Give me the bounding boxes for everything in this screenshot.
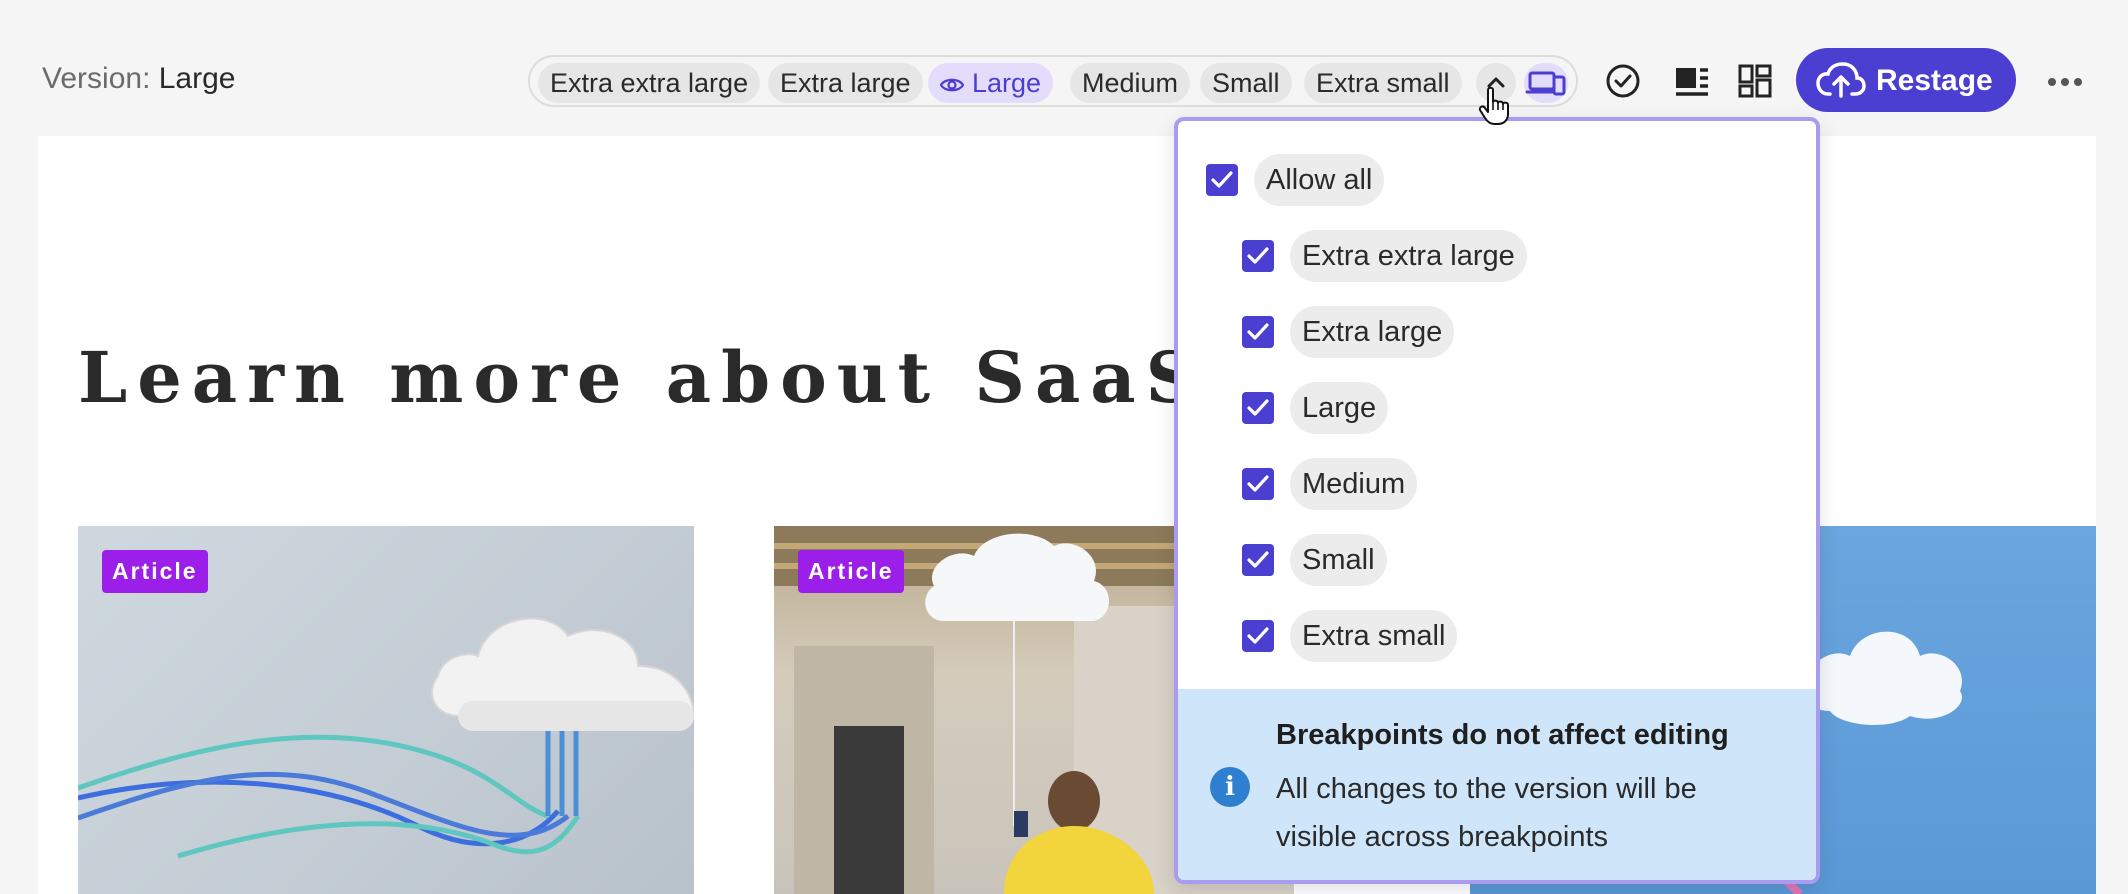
breakpoint-option-label: Extra small bbox=[1290, 610, 1458, 662]
article-card[interactable]: Article bbox=[78, 526, 694, 894]
breakpoint-checkbox[interactable] bbox=[1242, 468, 1274, 500]
info-icon: i bbox=[1210, 767, 1250, 807]
article-badge: Article bbox=[102, 550, 208, 593]
breakpoint-chip-xl[interactable]: Extra large bbox=[768, 63, 923, 103]
breakpoint-checkbox[interactable] bbox=[1242, 620, 1274, 652]
check-icon bbox=[1247, 247, 1269, 264]
check-icon bbox=[1211, 171, 1233, 188]
top-toolbar: Version: Large Extra extra large Extra l… bbox=[0, 0, 2128, 136]
breakpoint-option-label: Medium bbox=[1290, 458, 1418, 510]
chip-label: Small bbox=[1212, 68, 1280, 98]
breakpoint-chip-medium[interactable]: Medium bbox=[1070, 63, 1191, 103]
breakpoint-checkbox[interactable] bbox=[1242, 316, 1274, 348]
check-circle-icon[interactable] bbox=[1598, 56, 1648, 106]
eye-icon bbox=[940, 78, 964, 92]
version-value: Large bbox=[158, 62, 236, 95]
info-title: Breakpoints do not affect editing bbox=[1276, 719, 1729, 751]
check-icon bbox=[1247, 323, 1269, 340]
breakpoint-checkbox[interactable] bbox=[1242, 544, 1274, 576]
allow-all-checkbox[interactable] bbox=[1206, 164, 1238, 196]
breakpoint-chip-xxl[interactable]: Extra extra large bbox=[538, 63, 761, 103]
breakpoint-option-label: Large bbox=[1290, 382, 1389, 434]
article-badge: Article bbox=[798, 550, 904, 593]
image-text-icon[interactable] bbox=[1666, 56, 1716, 106]
breakpoint-chip-xs[interactable]: Extra small bbox=[1304, 63, 1462, 103]
restage-button[interactable]: Restage bbox=[1796, 48, 2016, 112]
chip-label: Extra extra large bbox=[550, 68, 749, 98]
breakpoint-checkbox[interactable] bbox=[1242, 240, 1274, 272]
info-body: All changes to the version will be visib… bbox=[1276, 773, 1697, 853]
breakpoint-chip-large[interactable]: Large bbox=[928, 63, 1054, 103]
breakpoint-option-label: Extra large bbox=[1290, 306, 1455, 358]
check-icon bbox=[1247, 475, 1269, 492]
breakpoint-checkbox[interactable] bbox=[1242, 392, 1274, 424]
chip-label: Large bbox=[972, 68, 1042, 98]
version-indicator: Version: Large bbox=[42, 62, 235, 96]
check-icon bbox=[1247, 399, 1269, 416]
breakpoint-option-label: Small bbox=[1290, 534, 1387, 586]
restage-label: Restage bbox=[1876, 64, 1993, 97]
check-icon bbox=[1247, 551, 1269, 568]
devices-button[interactable] bbox=[1524, 63, 1568, 103]
devices-icon bbox=[1525, 71, 1566, 96]
chip-label: Extra small bbox=[1316, 68, 1450, 98]
breakpoint-bar: Extra extra large Extra large Large Medi… bbox=[528, 55, 1578, 107]
dashboard-grid-icon[interactable] bbox=[1730, 56, 1780, 106]
more-horizontal-icon[interactable] bbox=[2040, 62, 2090, 102]
version-label: Version: bbox=[42, 62, 151, 95]
check-icon bbox=[1247, 627, 1269, 644]
chip-label: Medium bbox=[1082, 68, 1179, 98]
breakpoint-option-label: Extra extra large bbox=[1290, 230, 1527, 282]
info-banner: i Breakpoints do not affect editing All … bbox=[1178, 689, 1816, 880]
breakpoint-chip-small[interactable]: Small bbox=[1200, 63, 1292, 103]
chip-label: Extra large bbox=[780, 68, 911, 98]
breakpoints-dropdown: Allow all Extra extra large Extra large … bbox=[1174, 117, 1820, 884]
hand-pointer-cursor-icon bbox=[1478, 86, 1509, 125]
cloud-upload-icon bbox=[1816, 62, 1866, 98]
allow-all-label: Allow all bbox=[1254, 154, 1385, 206]
